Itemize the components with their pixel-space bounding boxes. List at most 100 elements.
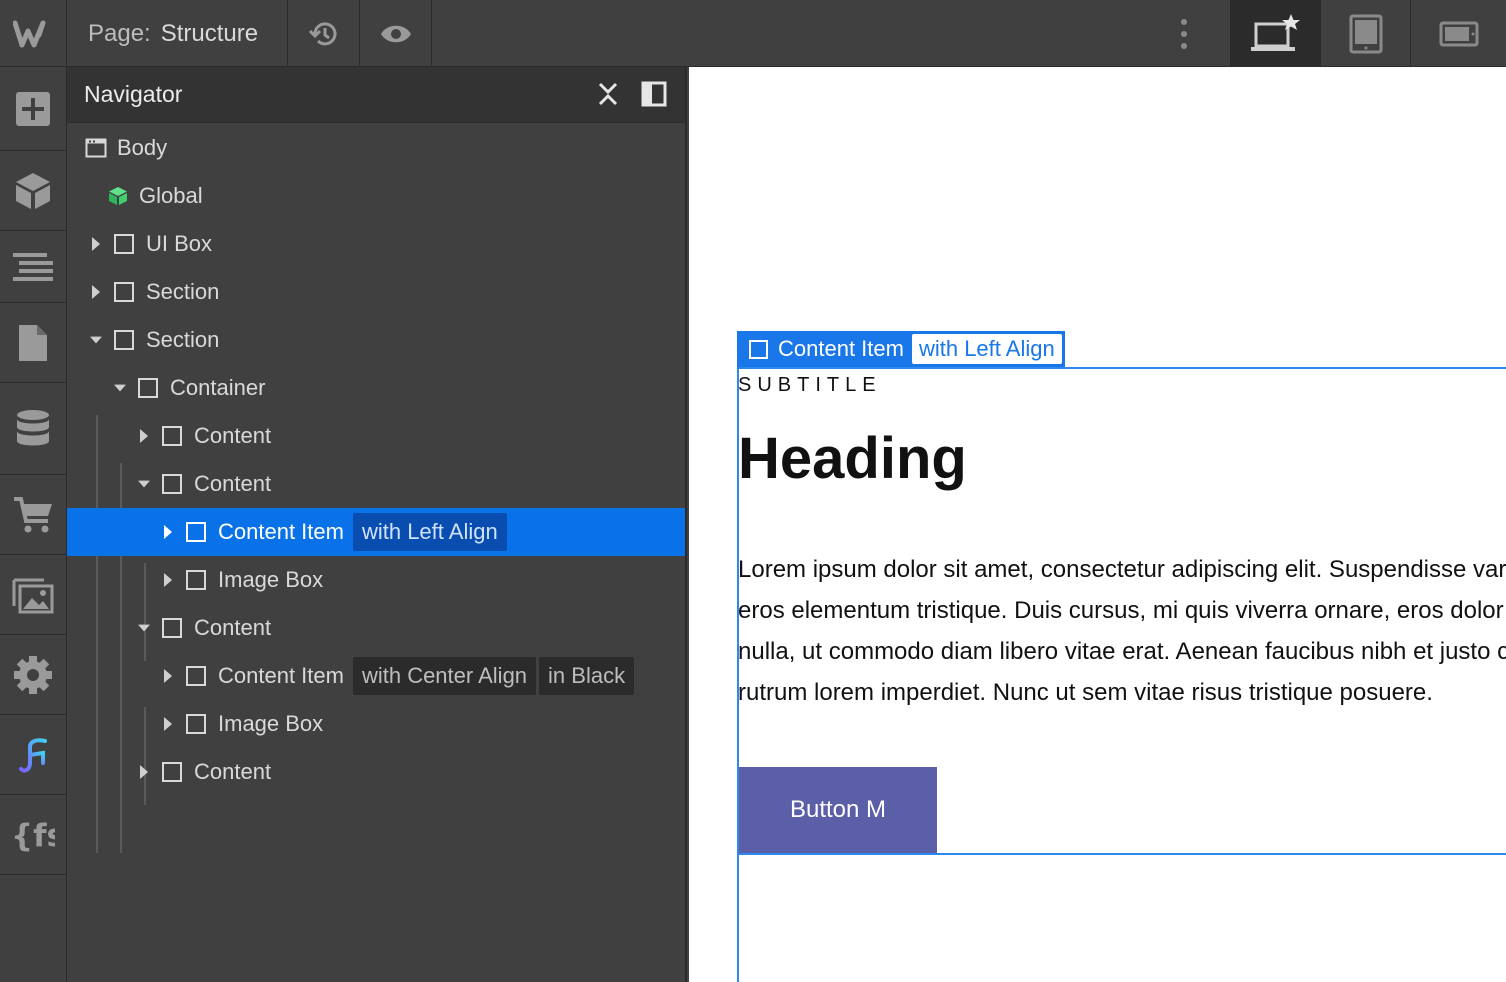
top-bar: Page: Structure bbox=[0, 0, 1506, 67]
breakpoint-tablet-button[interactable] bbox=[1320, 0, 1410, 67]
collapse-caret-icon[interactable] bbox=[138, 621, 150, 635]
paragraph-text[interactable]: Lorem ipsum dolor sit amet, consectetur … bbox=[738, 549, 1506, 713]
tree-item-image-box[interactable]: Image Box bbox=[67, 556, 685, 604]
selected-element-combo: with Left Align bbox=[911, 334, 1062, 364]
tree-item-ui-box[interactable]: UI Box bbox=[67, 220, 685, 268]
element-icon bbox=[114, 282, 134, 302]
tree-item-content-item[interactable]: Content Item with Center Align in Black bbox=[67, 652, 685, 700]
tree-item-content-3[interactable]: Content bbox=[67, 748, 685, 796]
collapse-icon bbox=[598, 82, 618, 106]
fs-code-icon: {fs bbox=[11, 818, 55, 854]
expand-caret-icon[interactable] bbox=[138, 765, 150, 779]
tree-item-section[interactable]: Section bbox=[67, 268, 685, 316]
page-selector[interactable]: Page: Structure bbox=[68, 0, 288, 67]
add-panel-button[interactable] bbox=[0, 67, 66, 151]
button-m[interactable]: Button M bbox=[739, 767, 937, 853]
element-icon bbox=[162, 474, 182, 494]
tree-item-image-box-2[interactable]: Image Box bbox=[67, 700, 685, 748]
settings-gear-icon bbox=[14, 655, 52, 694]
expand-caret-icon[interactable] bbox=[90, 237, 102, 251]
element-icon bbox=[162, 762, 182, 782]
combo-class-tag: in Black bbox=[539, 657, 635, 695]
history-icon bbox=[308, 21, 336, 45]
tree-item-global[interactable]: Global bbox=[67, 172, 685, 220]
tree-item-section-expanded[interactable]: Section bbox=[67, 316, 685, 364]
tree-item-label: Body bbox=[117, 135, 168, 160]
selected-element-label[interactable]: Content Item with Left Align bbox=[737, 331, 1065, 367]
tree-item-label: Global bbox=[139, 183, 203, 208]
cms-panel-button[interactable] bbox=[0, 383, 66, 475]
more-vertical-icon bbox=[1181, 18, 1187, 49]
desktop-star-icon bbox=[1250, 13, 1300, 51]
element-icon bbox=[186, 522, 206, 542]
symbols-panel-button[interactable] bbox=[0, 151, 66, 231]
tree-item-content-expanded[interactable]: Content bbox=[67, 460, 685, 508]
expand-caret-icon[interactable] bbox=[162, 525, 174, 539]
settings-panel-button[interactable] bbox=[0, 635, 66, 715]
assets-image-icon bbox=[12, 578, 54, 613]
subtitle-text[interactable]: SUBTITLE bbox=[738, 374, 882, 397]
element-icon bbox=[114, 234, 134, 254]
navigator-title: Navigator bbox=[84, 81, 183, 107]
element-icon bbox=[162, 426, 182, 446]
symbols-cube-icon bbox=[16, 172, 50, 209]
dock-panel-button[interactable] bbox=[639, 79, 669, 109]
tree-item-label: Section bbox=[146, 327, 220, 352]
dock-panel-icon bbox=[641, 81, 667, 107]
element-icon bbox=[138, 378, 158, 398]
page-name: Structure bbox=[160, 19, 259, 47]
pages-icon bbox=[19, 324, 47, 361]
navigator-panel-button[interactable] bbox=[0, 231, 66, 303]
breakpoint-mobile-landscape-button[interactable] bbox=[1410, 0, 1506, 67]
tree-item-label: Image Box bbox=[218, 711, 324, 736]
ecommerce-panel-button[interactable] bbox=[0, 475, 66, 555]
fs-code-button[interactable]: {fs bbox=[0, 795, 66, 875]
collapse-caret-icon[interactable] bbox=[114, 381, 126, 395]
tree-item-label: Container bbox=[170, 375, 266, 400]
combo-class-tag: with Left Align bbox=[352, 513, 507, 551]
history-button[interactable] bbox=[288, 0, 360, 67]
tree-item-label: Image Box bbox=[218, 567, 324, 592]
pages-panel-button[interactable] bbox=[0, 303, 66, 383]
tree-item-label: Content bbox=[194, 471, 272, 496]
tree-item-content-expanded-2[interactable]: Content bbox=[67, 604, 685, 652]
finsweet-attributes-button[interactable] bbox=[0, 715, 66, 795]
tree-item-body[interactable]: Body bbox=[67, 124, 685, 172]
tree-item-label: Section bbox=[146, 279, 220, 304]
expand-caret-icon[interactable] bbox=[90, 285, 102, 299]
heading-text[interactable]: Heading bbox=[738, 425, 967, 492]
more-options-button[interactable] bbox=[1150, 0, 1218, 67]
add-icon bbox=[16, 91, 50, 126]
element-icon bbox=[186, 570, 206, 590]
expand-caret-icon[interactable] bbox=[162, 669, 174, 683]
element-icon bbox=[186, 666, 206, 686]
tree-item-container[interactable]: Container bbox=[67, 364, 685, 412]
tree-item-label: Content bbox=[194, 615, 272, 640]
expand-caret-icon[interactable] bbox=[162, 573, 174, 587]
left-toolbar: {fs bbox=[0, 67, 67, 982]
tree-item-label: UI Box bbox=[146, 231, 213, 256]
tree-item-content[interactable]: Content bbox=[67, 412, 685, 460]
tree-item-label: Content bbox=[194, 423, 272, 448]
tree-item-content-item-selected[interactable]: Content Item with Left Align bbox=[67, 508, 685, 556]
page-prefix: Page: bbox=[88, 19, 151, 47]
tree-item-label: Content bbox=[194, 759, 272, 784]
webflow-logo-icon[interactable] bbox=[0, 0, 67, 67]
element-icon bbox=[749, 339, 768, 359]
navigator-header: Navigator bbox=[67, 67, 685, 123]
expand-caret-icon[interactable] bbox=[138, 429, 150, 443]
combo-class-tag: with Center Align bbox=[352, 657, 537, 695]
collapse-caret-icon[interactable] bbox=[90, 333, 102, 347]
collapse-all-button[interactable] bbox=[593, 79, 623, 109]
expand-caret-icon[interactable] bbox=[162, 717, 174, 731]
symbol-cube-icon bbox=[109, 187, 127, 205]
element-icon bbox=[186, 714, 206, 734]
preview-button[interactable] bbox=[360, 0, 432, 67]
assets-panel-button[interactable] bbox=[0, 555, 66, 635]
design-canvas[interactable]: Content Item with Left Align SUBTITLE He… bbox=[689, 67, 1506, 982]
breakpoint-desktop-button[interactable] bbox=[1230, 0, 1320, 67]
cms-database-icon bbox=[17, 409, 49, 445]
svg-text:{fs: {fs bbox=[11, 818, 55, 854]
body-icon bbox=[85, 138, 107, 158]
collapse-caret-icon[interactable] bbox=[138, 477, 150, 491]
